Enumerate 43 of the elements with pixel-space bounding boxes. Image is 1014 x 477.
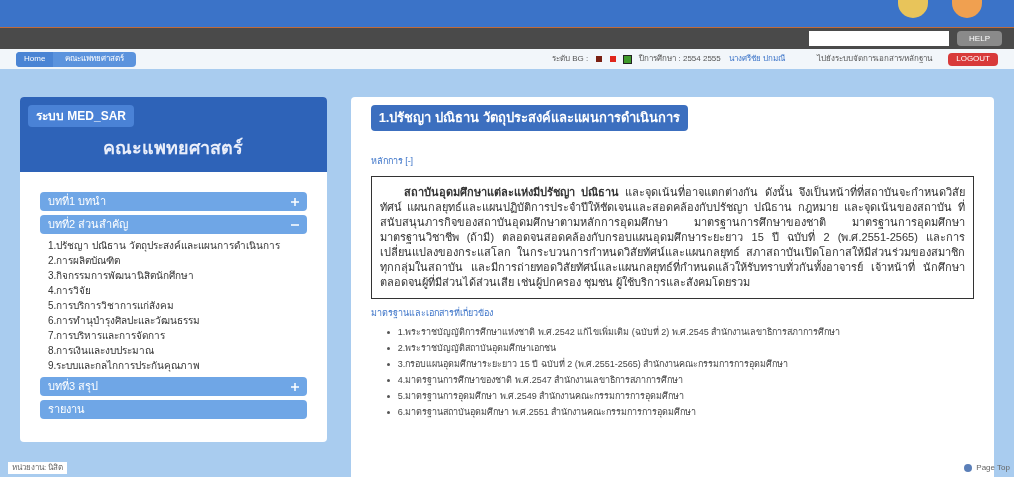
bullet-icon	[386, 347, 390, 350]
plus-icon	[290, 382, 299, 391]
sidebar-link[interactable]: 8.การเงินและงบประมาณ	[48, 343, 307, 358]
breadcrumb-link[interactable]: Home	[16, 51, 54, 67]
bullet-icon	[386, 395, 390, 398]
reference-link[interactable]: 4.มาตรฐานการศึกษาของชาติ พ.ศ.2547 สำนักงานเลขาธิการสภาการศึกษา	[397, 373, 684, 388]
reference-link[interactable]: 5.มาตรฐานการอุดมศึกษา พ.ศ.2549 สำนักงานคณะกรรมการการอุดมศึกษา	[397, 389, 685, 404]
academic-year: ปีการศึกษา : 2554 2555	[639, 53, 721, 66]
color-swatch[interactable]	[596, 56, 603, 63]
sidebar-link[interactable]: 2.การผลิตบัณฑิต	[48, 253, 307, 268]
reference-link[interactable]: 3.กรอบแผนอุดมศึกษาระยะยาว 15 ปี ฉบับที่ 2 (พ.ศ.2551-2565) สำนักงานคณะกรรมการการอุดมศึกษา	[397, 357, 789, 372]
bullet-icon	[386, 363, 390, 366]
bg-level-label: ระดับ BG :	[552, 53, 589, 66]
emblem-icon	[898, 0, 928, 18]
sidebar-link[interactable]: 1.ปรัชญา ปณิธาน วัตถุประสงค์และแผนการดำเนินการ	[48, 238, 307, 253]
reference-link[interactable]: 6.มาตรฐานสถาบันอุดมศึกษา พ.ศ.2551 สำนักงานคณะกรรมการการอุดมศึกษา	[397, 405, 697, 420]
sidebar-link[interactable]: 7.การบริหารและการจัดการ	[48, 328, 307, 343]
page-title: 1.ปรัชญา ปณิธาน วัตถุประสงค์และแผนการดำเนินการ	[370, 105, 688, 131]
color-swatch[interactable]	[624, 55, 632, 63]
unit-label: หน่วยงาน: นิสิต	[8, 462, 68, 474]
principle-paragraph: สถาบันอุดมศึกษาแต่ละแห่งมีปรัชญา ปณิธาน และจุดเน้นที่อาจแตกต่างกัน ดังนั้น จึงเป็นหน้าที่ที่สถาบันจะกำหนดวิสัยทัศน์ แผนกลยุทธ์และแผนปฏิบัติการประจำปีให้ชัดเจนและสอดคล้องกับปรัชญา ปณิธาน กฎหมาย และจุดเน้นของสถาบัน ที่สนับสนุนภารกิจของสถาบันอุดมศึกษาตามหลักการอุดมศึกษา มาตรฐานการศึกษาของชาติ มาตรฐานการอุดมศึกษา มาตรฐานวิชาชีพ (ถ้ามี) ตลอดจนสอดคล้องกับกรอบแผนอุดมศึกษาระยะยาว 15 ปี ฉบับที่ 2 (พ.ศ.2551-2565) และการเปลี่ยนแปลงของกระแสโลก ในกระบวนการกำหนดวิสัยทัศน์และแผนกลยุทธ์ สภาสถาบันเปิดโอกาสให้มีส่วนร่วมของสมาชิกทุกกลุ่มในสถาบัน และมีการถ่ายทอดวิสัยทัศน์และแผนกลยุทธ์ที่กำหนดแล้วให้รับทราบทั่วกันทั้งอาจารย์ เจ้าหน้าที่ นักศึกษา ตลอดจนผู้ที่มีส่วนได้ส่วนเสีย เช่นผู้ปกครอง ชุมชน ผู้ใช้บริการและสังคมโดยรวม	[379, 185, 965, 290]
references-heading: มาตรฐานและเอกสารที่เกี่ยวข้อง	[370, 307, 494, 321]
bullet-icon	[386, 379, 390, 382]
logout-button[interactable]: LOGOUT	[948, 52, 998, 66]
search-field[interactable]	[809, 31, 950, 47]
sidebar-link[interactable]: 3.กิจกรรมการพัฒนานิสิตนักศึกษา	[48, 268, 307, 283]
faculty-title: คณะแพทยศาสตร์	[103, 136, 244, 160]
documents-link[interactable]: ไปยังระบบจัดการเอกสาร/หลักฐาน	[817, 53, 933, 66]
user-name-link[interactable]: นางศรีชัย ปกมณี	[728, 53, 785, 66]
sidebar-link[interactable]: 5.การบริการวิชาการแก่สังคม	[48, 298, 307, 313]
color-swatch[interactable]	[610, 56, 617, 63]
bullet-icon	[386, 411, 390, 414]
page-top-link[interactable]: Page Top	[964, 462, 1010, 474]
reference-link[interactable]: 2.พระราชบัญญัติสถาบันอุดมศึกษาเอกชน	[397, 341, 557, 356]
reference-link[interactable]: 1.พระราชบัญญัติการศึกษาแห่งชาติ พ.ศ.2542 แก้ไขเพิ่มเติม (ฉบับที่ 2) พ.ศ.2545 สำนักงานเลขาธิการสภาการศึกษา	[397, 325, 841, 340]
sidebar-link[interactable]: 4.การวิจัย	[48, 283, 307, 298]
plus-icon	[290, 197, 299, 206]
principle-toggle[interactable]: หลักการ [-]	[370, 154, 414, 168]
bullet-icon	[386, 331, 390, 334]
system-label: ระบบ MED_SAR	[28, 105, 134, 127]
emblem-icon	[952, 0, 982, 18]
sidebar-link[interactable]: 9.ระบบและกลไกการประกันคุณภาพ	[48, 358, 307, 373]
sidebar-link[interactable]: 6.การทำนุบำรุงศิลปะและวัฒนธรรม	[48, 313, 307, 328]
